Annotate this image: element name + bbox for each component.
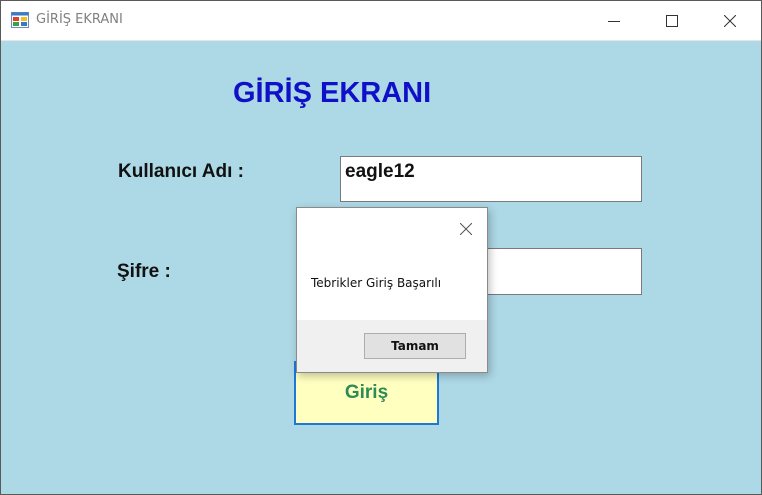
dialog-close-button[interactable] bbox=[455, 218, 477, 240]
close-button[interactable] bbox=[701, 1, 759, 41]
minimize-icon bbox=[608, 21, 620, 22]
close-icon bbox=[724, 15, 736, 27]
username-label: Kullanıcı Adı : bbox=[118, 161, 244, 182]
password-label: Şifre : bbox=[117, 261, 171, 282]
login-window: GİRİŞ EKRANI GİRİŞ EKRANI Kullanıcı Adı … bbox=[0, 0, 762, 495]
maximize-button[interactable] bbox=[643, 1, 701, 41]
dialog-message: Tebrikler Giriş Başarılı bbox=[311, 276, 442, 290]
dialog-footer: Tamam bbox=[297, 320, 487, 372]
windows-form-icon bbox=[11, 12, 29, 28]
title-bar[interactable]: GİRİŞ EKRANI bbox=[1, 1, 761, 41]
ok-button[interactable]: Tamam bbox=[364, 333, 466, 359]
close-icon bbox=[460, 223, 472, 235]
page-title: GİRİŞ EKRANI bbox=[233, 77, 432, 109]
maximize-icon bbox=[666, 15, 678, 27]
username-input[interactable]: eagle12 bbox=[340, 156, 642, 202]
window-title: GİRİŞ EKRANI bbox=[36, 12, 123, 27]
minimize-button[interactable] bbox=[585, 1, 643, 41]
message-dialog: Tebrikler Giriş Başarılı Tamam bbox=[296, 207, 488, 373]
